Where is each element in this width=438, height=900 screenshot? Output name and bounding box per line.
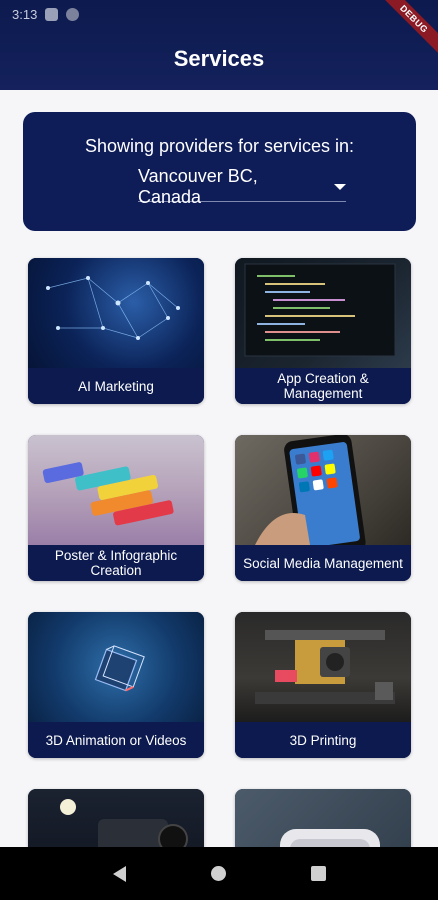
service-image-printer: [235, 612, 411, 722]
location-dropdown-value: Vancouver BC, Canada: [138, 165, 258, 207]
system-navigation-bar: [0, 847, 438, 900]
service-card-3d-animation[interactable]: 3D Animation or Videos: [28, 612, 204, 758]
app-bar: 3:13 DEBUG Services: [0, 0, 438, 90]
location-card: Showing providers for services in: Vanco…: [23, 112, 416, 231]
status-bar: 3:13: [12, 4, 80, 24]
back-icon[interactable]: [112, 865, 126, 882]
service-label: AI Marketing: [28, 368, 204, 404]
recents-icon[interactable]: [310, 866, 326, 881]
app-notification-icon: [66, 7, 80, 21]
service-image-cube: [28, 612, 204, 722]
service-image-ai: [28, 258, 204, 368]
service-label: Poster & Infographic Creation: [28, 545, 204, 581]
service-image-chalk: [28, 435, 204, 545]
service-card-3d-printing[interactable]: 3D Printing: [235, 612, 411, 758]
location-caption: Showing providers for services in:: [84, 136, 355, 156]
service-label: 3D Animation or Videos: [28, 722, 204, 758]
service-card-social-media[interactable]: Social Media Management: [235, 435, 411, 581]
home-icon[interactable]: [210, 866, 226, 881]
service-card-app-creation[interactable]: App Creation & Management: [235, 258, 411, 404]
caret-down-icon: [334, 183, 346, 190]
service-image-code: [235, 258, 411, 368]
page-title: Services: [173, 46, 265, 71]
location-dropdown[interactable]: Vancouver BC, Canada: [138, 166, 346, 207]
service-card-poster[interactable]: Poster & Infographic Creation: [28, 435, 204, 581]
service-label: 3D Printing: [235, 722, 411, 758]
notification-icon: [45, 7, 59, 21]
service-label: Social Media Management: [235, 545, 411, 581]
status-time: 3:13: [12, 6, 38, 22]
service-image-phone: [235, 435, 411, 545]
service-card-ai-marketing[interactable]: AI Marketing: [28, 258, 204, 404]
service-label: App Creation & Management: [235, 368, 411, 404]
